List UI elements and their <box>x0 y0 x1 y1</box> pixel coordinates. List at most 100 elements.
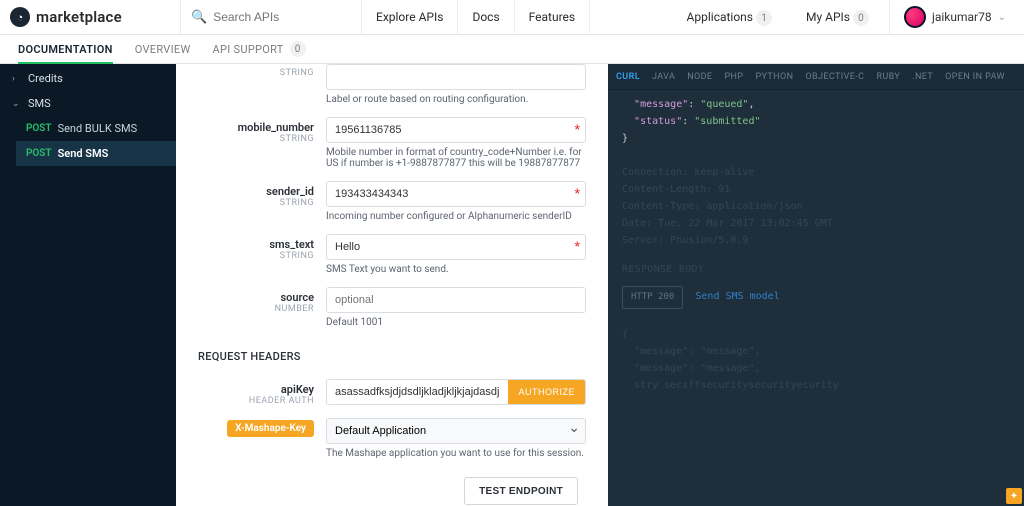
param-help: Mobile number in format of country_code+… <box>326 147 588 169</box>
nav-explore[interactable]: Explore APIs <box>362 0 457 35</box>
param-help: Label or route based on routing configur… <box>326 94 588 105</box>
http-method: POST <box>26 123 52 134</box>
code-key: "status" <box>634 116 682 127</box>
nav-features[interactable]: Features <box>515 0 589 35</box>
endpoint-name: Send BULK SMS <box>58 122 138 135</box>
code-tab-paw[interactable]: OPEN IN PAW <box>945 72 1005 82</box>
sidebar-item-sms[interactable]: ⌄ SMS <box>0 91 176 116</box>
code-line: } <box>622 130 1010 147</box>
code-tab-objc[interactable]: OBJECTIVE-C <box>805 72 864 82</box>
param-help: Incoming number configured or Alphanumer… <box>326 211 588 222</box>
sidebar-sms-children: POST Send BULK SMS POST Send SMS <box>0 116 176 166</box>
sms-text-input[interactable] <box>326 234 586 260</box>
search-input[interactable] <box>213 10 343 24</box>
code-val: "submitted" <box>694 116 760 127</box>
code-line: "message": "message", <box>622 343 1010 360</box>
test-endpoint-button[interactable]: TEST ENDPOINT <box>464 477 578 505</box>
brand[interactable]: ◔ marketplace <box>10 7 180 27</box>
code-tab-ruby[interactable]: RUBY <box>876 72 900 82</box>
apikey-input[interactable] <box>327 380 508 404</box>
nav-my-apis[interactable]: My APIs 0 <box>792 0 883 35</box>
user-menu[interactable]: jaikumar78 ⌄ <box>896 6 1014 28</box>
response-badge-row: HTTP 200 Send SMS model <box>622 286 1010 309</box>
source-input[interactable] <box>326 287 586 313</box>
param-help: SMS Text you want to send. <box>326 264 588 275</box>
response-header-line: Server: Phusion/5.0.9 <box>622 232 1010 249</box>
http-status-badge: HTTP 200 <box>622 286 683 309</box>
param-type: NUMBER <box>186 304 314 314</box>
param-row-sender-id: sender_id STRING * Incoming number confi… <box>186 173 588 226</box>
param-input-route[interactable] <box>326 64 586 90</box>
code-tab-java[interactable]: JAVA <box>652 72 675 82</box>
header-name: apiKey <box>186 383 314 396</box>
code-language-tabs: CURL JAVA NODE PHP PYTHON OBJECTIVE-C RU… <box>608 64 1024 90</box>
top-nav: Explore APIs Docs Features <box>362 0 590 35</box>
sender-id-input[interactable] <box>326 181 586 207</box>
required-marker-icon: * <box>575 239 580 253</box>
sidebar-item-label: Credits <box>28 72 63 85</box>
code-line: "message": "queued", <box>622 96 1010 113</box>
search-box[interactable]: 🔍 <box>181 10 361 25</box>
url-parameters: STRING Label or route based on routing c… <box>186 64 588 332</box>
header-row-apikey: apiKey HEADER AUTH AUTHORIZE <box>186 371 588 410</box>
param-type: STRING <box>186 68 314 78</box>
code-panel: CURL JAVA NODE PHP PYTHON OBJECTIVE-C RU… <box>608 64 1024 506</box>
code-tab-dotnet[interactable]: .NET <box>912 72 933 82</box>
search-icon: 🔍 <box>191 10 207 25</box>
mashape-app-select[interactable]: Default Application <box>326 418 586 444</box>
request-headers-title: REQUEST HEADERS <box>186 332 588 371</box>
param-row-previous: STRING Label or route based on routing c… <box>186 64 588 109</box>
nav-applications[interactable]: Applications 1 <box>673 0 786 35</box>
endpoint-form: STRING Label or route based on routing c… <box>176 64 608 506</box>
tab-api-support[interactable]: API SUPPORT 0 <box>213 35 306 63</box>
param-type: STRING <box>186 198 314 208</box>
sidebar-item-label: SMS <box>28 97 51 110</box>
required-marker-icon: * <box>575 186 580 200</box>
response-header-line: Date: Tue, 22 Mar 2017 13:02:45 GMT <box>622 215 1010 232</box>
header-sub: HEADER AUTH <box>186 396 314 406</box>
nav-docs[interactable]: Docs <box>458 0 513 35</box>
divider <box>589 0 590 35</box>
nav-my-apis-label: My APIs <box>806 10 850 24</box>
param-name: sms_text <box>186 238 314 251</box>
applications-count-badge: 1 <box>756 10 772 26</box>
http-method: POST <box>26 148 52 159</box>
code-tab-python[interactable]: PYTHON <box>755 72 793 82</box>
tab-documentation[interactable]: DOCUMENTATION <box>18 35 113 63</box>
feedback-widget-icon[interactable]: ✦ <box>1006 488 1022 504</box>
code-tab-php[interactable]: PHP <box>724 72 743 82</box>
code-tab-node[interactable]: NODE <box>687 72 712 82</box>
tab-overview[interactable]: OVERVIEW <box>135 35 191 63</box>
param-name: sender_id <box>186 185 314 198</box>
response-model-link[interactable]: Send SMS model <box>695 291 779 302</box>
param-help: The Mashape application you want to use … <box>326 448 588 459</box>
sidebar-item-credits[interactable]: › Credits <box>0 66 176 91</box>
response-header-line: Content-Length: 91 <box>622 181 1010 198</box>
code-tab-curl[interactable]: CURL <box>616 72 640 82</box>
chevron-down-icon: ⌄ <box>12 99 22 109</box>
code-line: { <box>622 326 1010 343</box>
topbar: ◔ marketplace 🔍 Explore APIs Docs Featur… <box>0 0 1024 35</box>
param-help: Default 1001 <box>326 317 588 328</box>
mobile-number-input[interactable] <box>326 117 586 143</box>
avatar-icon <box>904 6 926 28</box>
sidebar: › Credits ⌄ SMS POST Send BULK SMS POST … <box>0 64 176 506</box>
sub-nav: DOCUMENTATION OVERVIEW API SUPPORT 0 <box>0 35 1024 64</box>
main-area: › Credits ⌄ SMS POST Send BULK SMS POST … <box>0 64 1024 506</box>
header-row-mashape: X-Mashape-Key Default Application The Ma… <box>186 410 588 463</box>
sidebar-endpoint-send-sms[interactable]: POST Send SMS <box>16 141 176 166</box>
code-line: "message": "message", <box>622 360 1010 377</box>
mashape-key-tag: X-Mashape-Key <box>227 420 314 437</box>
sidebar-endpoint-bulk-sms[interactable]: POST Send BULK SMS <box>16 116 176 141</box>
code-line: stry secsffsecuritysecurityecurity <box>622 377 1010 394</box>
code-val: "queued" <box>700 99 748 110</box>
topbar-right: Applications 1 My APIs 0 jaikumar78 ⌄ <box>673 0 1014 35</box>
param-type: STRING <box>186 134 314 144</box>
my-apis-count-badge: 0 <box>853 10 869 26</box>
authorize-button[interactable]: AUTHORIZE <box>508 380 585 404</box>
username: jaikumar78 <box>932 10 992 24</box>
response-header-line: Connection: keep-alive <box>622 164 1010 181</box>
param-type: STRING <box>186 251 314 261</box>
nav-applications-label: Applications <box>687 10 753 24</box>
code-key: "message" <box>634 99 688 110</box>
